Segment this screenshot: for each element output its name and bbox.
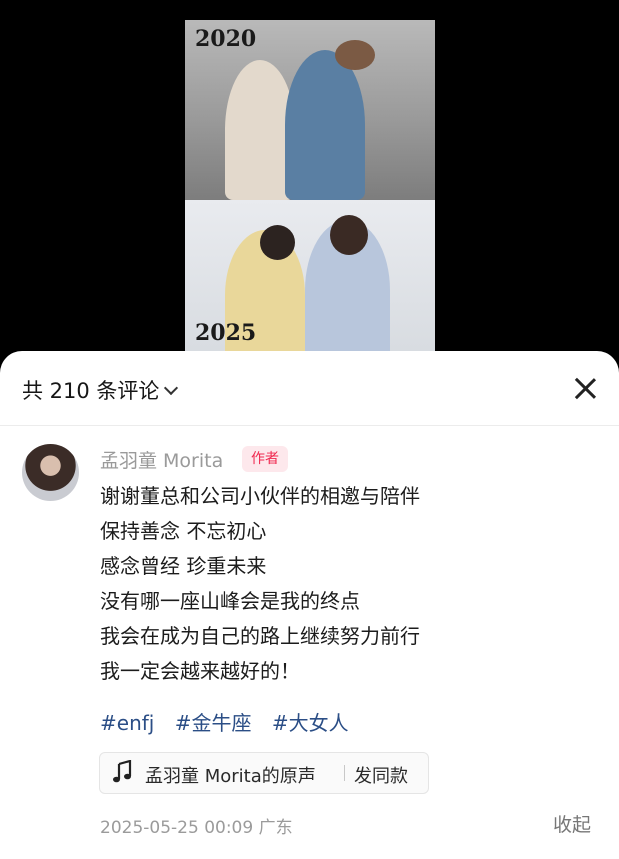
hashtag-list: #enfj #金牛座 #大女人 bbox=[100, 707, 363, 736]
comment-timestamp: 2025-05-25 00:09 广东 bbox=[100, 818, 293, 838]
sound-chip-divider bbox=[344, 765, 345, 781]
year-label-top: 2020 bbox=[195, 26, 257, 52]
close-icon[interactable] bbox=[570, 373, 600, 403]
music-note-icon bbox=[113, 760, 132, 783]
comment-line: 我一定会越来越好的！ bbox=[100, 659, 300, 683]
comments-header: 共 210 条评论 bbox=[0, 351, 619, 425]
comment-line: 感念曾经 珍重未来 bbox=[100, 554, 267, 578]
chevron-down-icon bbox=[164, 380, 179, 396]
comment-count-label: 共 210 条评论 bbox=[22, 379, 160, 403]
comment-count-selector[interactable]: 共 210 条评论 bbox=[22, 375, 179, 405]
comment-line: 没有哪一座山峰会是我的终点 bbox=[100, 589, 360, 613]
sound-name: 孟羽童 Morita的原声 bbox=[145, 766, 316, 787]
comments-sheet: 共 210 条评论 孟羽童 Morita 作者 谢谢董总和公司小伙伴的相邀与陪伴… bbox=[0, 351, 619, 859]
comment-line: 谢谢董总和公司小伙伴的相邀与陪伴 bbox=[100, 484, 420, 508]
video-thumbnail: 2020 2025 bbox=[185, 20, 435, 360]
avatar[interactable] bbox=[22, 444, 79, 501]
year-label-bottom: 2025 bbox=[195, 320, 257, 346]
comment-line: 保持善念 不忘初心 bbox=[100, 519, 267, 543]
comment-body: 谢谢董总和公司小伙伴的相邀与陪伴 保持善念 不忘初心 感念曾经 珍重未来 没有哪… bbox=[100, 479, 420, 689]
comment-author[interactable]: 孟羽童 Morita bbox=[100, 446, 223, 473]
hashtag-link[interactable]: #enfj bbox=[100, 711, 154, 735]
comment-line: 我会在成为自己的路上继续努力前行 bbox=[100, 624, 420, 648]
collapse-button[interactable]: 收起 bbox=[553, 810, 591, 837]
original-sound-chip[interactable]: 孟羽童 Morita的原声 发同款 bbox=[99, 752, 429, 794]
header-divider bbox=[0, 425, 619, 426]
hashtag-link[interactable]: #大女人 bbox=[272, 711, 349, 735]
use-sound-button[interactable]: 发同款 bbox=[354, 762, 408, 788]
video-player-area[interactable]: 2020 2025 bbox=[0, 0, 619, 380]
hashtag-link[interactable]: #金牛座 bbox=[175, 711, 252, 735]
author-badge: 作者 bbox=[242, 446, 288, 472]
